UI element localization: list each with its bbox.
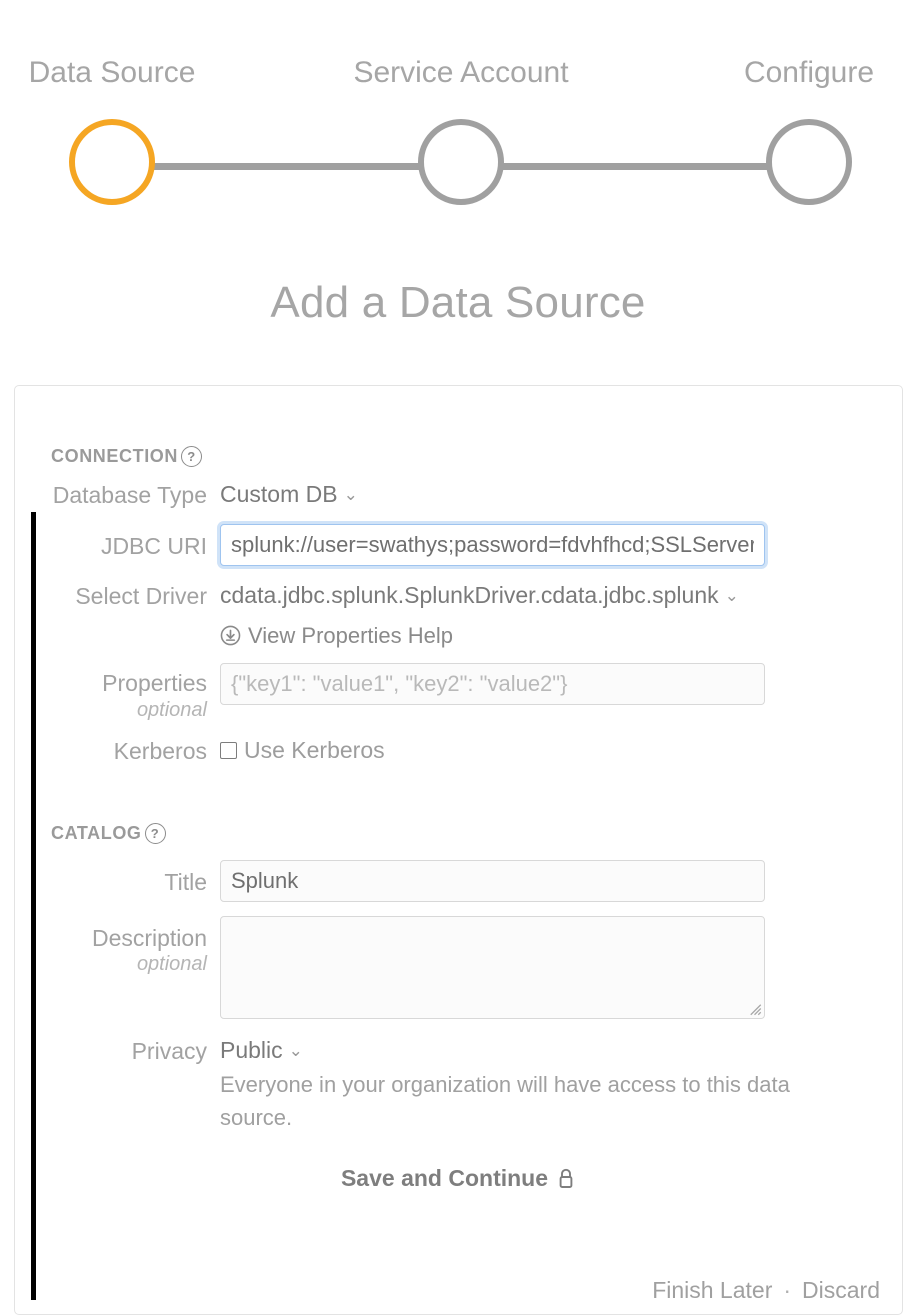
select-driver-dropdown[interactable]: cdata.jdbc.splunk.SplunkDriver.cdata.jdb… <box>220 582 739 609</box>
kerberos-field: Use Kerberos <box>220 737 902 764</box>
description-textarea-wrapper <box>220 915 765 1019</box>
use-kerberos-checkbox-row[interactable]: Use Kerberos <box>220 737 385 764</box>
properties-optional-label: optional <box>136 698 207 721</box>
view-properties-help-link[interactable]: View Properties Help <box>220 623 453 649</box>
jdbc-uri-input[interactable] <box>220 523 765 566</box>
stepper-node-data-source[interactable] <box>69 119 155 205</box>
description-textarea[interactable] <box>220 915 765 1019</box>
select-driver-field: cdata.jdbc.splunk.SplunkDriver.cdata.jdb… <box>220 582 902 609</box>
save-and-continue-label: Save and Continue <box>340 1164 549 1191</box>
properties-help-field: View Properties Help <box>220 623 902 652</box>
chevron-down-icon: ⌄ <box>724 585 739 605</box>
use-kerberos-label: Use Kerberos <box>244 736 385 763</box>
title-input[interactable] <box>220 859 765 902</box>
save-and-continue-button[interactable]: Save and Continue <box>335 1164 582 1193</box>
database-type-dropdown[interactable]: Custom DB ⌄ <box>220 481 358 508</box>
properties-input[interactable] <box>220 663 765 705</box>
stepper-node-service-account[interactable] <box>418 119 504 205</box>
database-type-label: Database Type <box>52 482 207 508</box>
view-properties-help-label: View Properties Help <box>248 622 454 648</box>
stepper-label-configure: Configure <box>743 56 875 89</box>
connection-section-label: CONNECTION <box>51 446 178 466</box>
progress-stepper: Data Source Service Account Configure <box>0 0 916 230</box>
lock-icon <box>559 1168 573 1188</box>
add-data-source-form-card: CONNECTION ? Database Type Custom DB ⌄ J… <box>14 385 903 1315</box>
catalog-help-icon[interactable]: ? <box>144 822 166 844</box>
database-type-value: Custom DB <box>220 481 338 507</box>
kerberos-row: Kerberos Use Kerberos <box>15 737 902 766</box>
privacy-dropdown[interactable]: Public ⌄ <box>220 1037 303 1064</box>
database-type-field: Custom DB ⌄ <box>220 481 902 508</box>
stepper-node-configure[interactable] <box>766 119 852 205</box>
description-row: Description optional <box>15 915 902 1019</box>
stepper-labels: Data Source Service Account Configure <box>0 56 916 96</box>
title-row: Title <box>15 859 902 902</box>
kerberos-label: Kerberos <box>113 737 207 764</box>
description-field <box>220 915 902 1019</box>
properties-label: Properties <box>102 670 207 696</box>
properties-label-group: Properties optional <box>15 663 220 723</box>
catalog-section-label: CATALOG <box>51 822 142 843</box>
title-field <box>220 859 902 902</box>
left-vertical-rule <box>31 512 36 1300</box>
connection-help-icon[interactable]: ? <box>181 446 202 467</box>
select-driver-label: Select Driver <box>75 582 207 609</box>
privacy-label: Privacy <box>131 1037 207 1064</box>
privacy-description: Everyone in your organization will have … <box>220 1071 790 1130</box>
privacy-value: Public <box>220 1036 283 1063</box>
download-circle-icon <box>220 625 241 646</box>
jdbc-uri-field <box>220 523 902 566</box>
description-label-group: Description optional <box>15 916 220 978</box>
page-title: Add a Data Source <box>270 278 646 327</box>
database-type-row: Database Type Custom DB ⌄ <box>15 481 902 510</box>
properties-help-row: View Properties Help <box>15 623 902 652</box>
jdbc-uri-label: JDBC URI <box>100 532 207 559</box>
description-label: Description <box>91 924 207 951</box>
chevron-down-icon: ⌄ <box>343 485 358 504</box>
title-label: Title <box>164 868 207 895</box>
save-and-continue-row: Save and Continue <box>15 1164 902 1193</box>
select-driver-value: cdata.jdbc.splunk.SplunkDriver.cdata.jdb… <box>220 581 719 608</box>
privacy-field: Public ⌄ Everyone in your organization w… <box>220 1037 902 1134</box>
catalog-section-header: CATALOG ? <box>51 822 902 844</box>
description-optional-label: optional <box>136 953 207 976</box>
select-driver-row: Select Driver cdata.jdbc.splunk.SplunkDr… <box>15 582 902 611</box>
jdbc-uri-row: JDBC URI <box>15 523 902 566</box>
properties-field <box>220 663 902 705</box>
stepper-label-service-account: Service Account <box>353 56 569 89</box>
properties-row: Properties optional <box>15 663 902 723</box>
stepper-label-data-source: Data Source <box>28 56 196 89</box>
privacy-row: Privacy Public ⌄ Everyone in your organi… <box>15 1037 902 1134</box>
chevron-down-icon: ⌄ <box>288 1040 303 1060</box>
connection-section-header: CONNECTION ? <box>51 446 902 467</box>
use-kerberos-checkbox[interactable] <box>220 741 237 759</box>
